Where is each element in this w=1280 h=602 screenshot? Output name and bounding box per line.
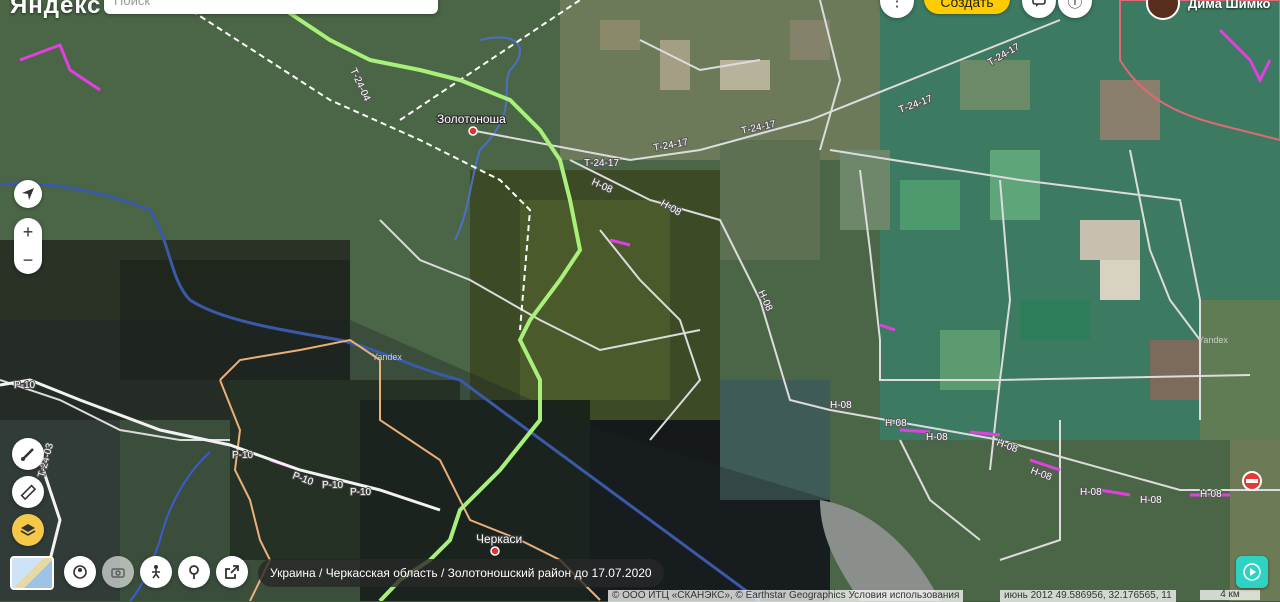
play-icon <box>1243 563 1261 581</box>
panorama-icon <box>73 565 87 579</box>
search-input[interactable]: Поиск <box>104 0 438 14</box>
avatar[interactable] <box>1146 0 1180 20</box>
panorama-button[interactable] <box>64 556 96 588</box>
pin-button[interactable] <box>178 556 210 588</box>
route-icon <box>21 448 34 461</box>
search-placeholder: Поиск <box>114 0 151 8</box>
road-label: Р-10 <box>322 480 344 491</box>
map-watermark: Yandex <box>372 352 402 362</box>
road-label: Р-10 <box>14 380 36 391</box>
road-label: Н-08 <box>885 418 907 429</box>
route-button[interactable] <box>12 438 44 470</box>
layers-button[interactable] <box>12 514 44 546</box>
share-icon <box>225 565 239 579</box>
road-label: Т-24-17 <box>584 158 619 169</box>
camera-icon <box>111 568 125 578</box>
user-profile[interactable]: Дима Шимко <box>1146 0 1271 20</box>
road-label: Н-08 <box>1140 495 1162 506</box>
message-icon <box>1032 0 1046 7</box>
map-watermark: Yandex <box>1198 335 1228 345</box>
yandex-logo[interactable]: Яндекс <box>10 0 101 20</box>
zoom-control: + − <box>14 218 42 274</box>
road-label: Н-08 <box>1200 489 1222 500</box>
coordinates-readout: 49.586956, 32.176565, 11 <box>1055 590 1172 601</box>
pin-icon <box>189 565 199 579</box>
person-icon <box>152 565 160 579</box>
location-arrow-icon <box>22 188 34 200</box>
help-icon: ⓘ <box>1067 0 1083 11</box>
zoom-in-button[interactable]: + <box>14 218 42 246</box>
road-label: Р-10 <box>350 487 372 498</box>
ruler-button[interactable] <box>12 476 44 508</box>
city-marker-zolotonosha[interactable] <box>468 126 478 136</box>
road-label: Р-10 <box>232 450 254 461</box>
create-button[interactable]: Создать <box>924 0 1010 14</box>
breadcrumb[interactable]: Украина / Черкасская область / Золотонош… <box>258 559 664 587</box>
city-marker-cherkasy[interactable] <box>490 546 500 556</box>
scale-bar: 4 км <box>1200 590 1260 600</box>
locate-button[interactable] <box>14 180 42 208</box>
play-button[interactable] <box>1236 556 1268 588</box>
road-label: Н-08 <box>1080 487 1102 498</box>
satellite-map[interactable]: Золотоноша Черкаси Т-24-17 Т-24-17 Т-24-… <box>0 0 1280 601</box>
road-label: Н-08 <box>926 432 948 443</box>
city-label-cherkasy[interactable]: Черкаси <box>475 531 524 548</box>
road-label: Н-08 <box>830 400 852 411</box>
imagery-date: июнь 2012 <box>1004 590 1053 601</box>
imagery-info: июнь 2012 49.586956, 32.176565, 11 <box>1000 590 1176 602</box>
city-label-zolotonosha[interactable]: Золотоноша <box>436 111 508 128</box>
zoom-out-button[interactable]: − <box>14 246 42 274</box>
no-entry-icon[interactable] <box>1242 471 1262 491</box>
user-name: Дима Шимко <box>1188 0 1271 11</box>
ruler-icon <box>20 484 36 500</box>
pedestrian-button[interactable] <box>140 556 172 588</box>
attribution-text[interactable]: © ООО ИТЦ «СКАНЭКС», © Earthstar Geograp… <box>608 590 964 602</box>
photo-button[interactable] <box>102 556 134 588</box>
share-button[interactable] <box>216 556 248 588</box>
map-type-thumbnail[interactable] <box>10 556 54 590</box>
layers-icon <box>20 524 36 536</box>
more-icon: ⋮ <box>889 0 905 10</box>
